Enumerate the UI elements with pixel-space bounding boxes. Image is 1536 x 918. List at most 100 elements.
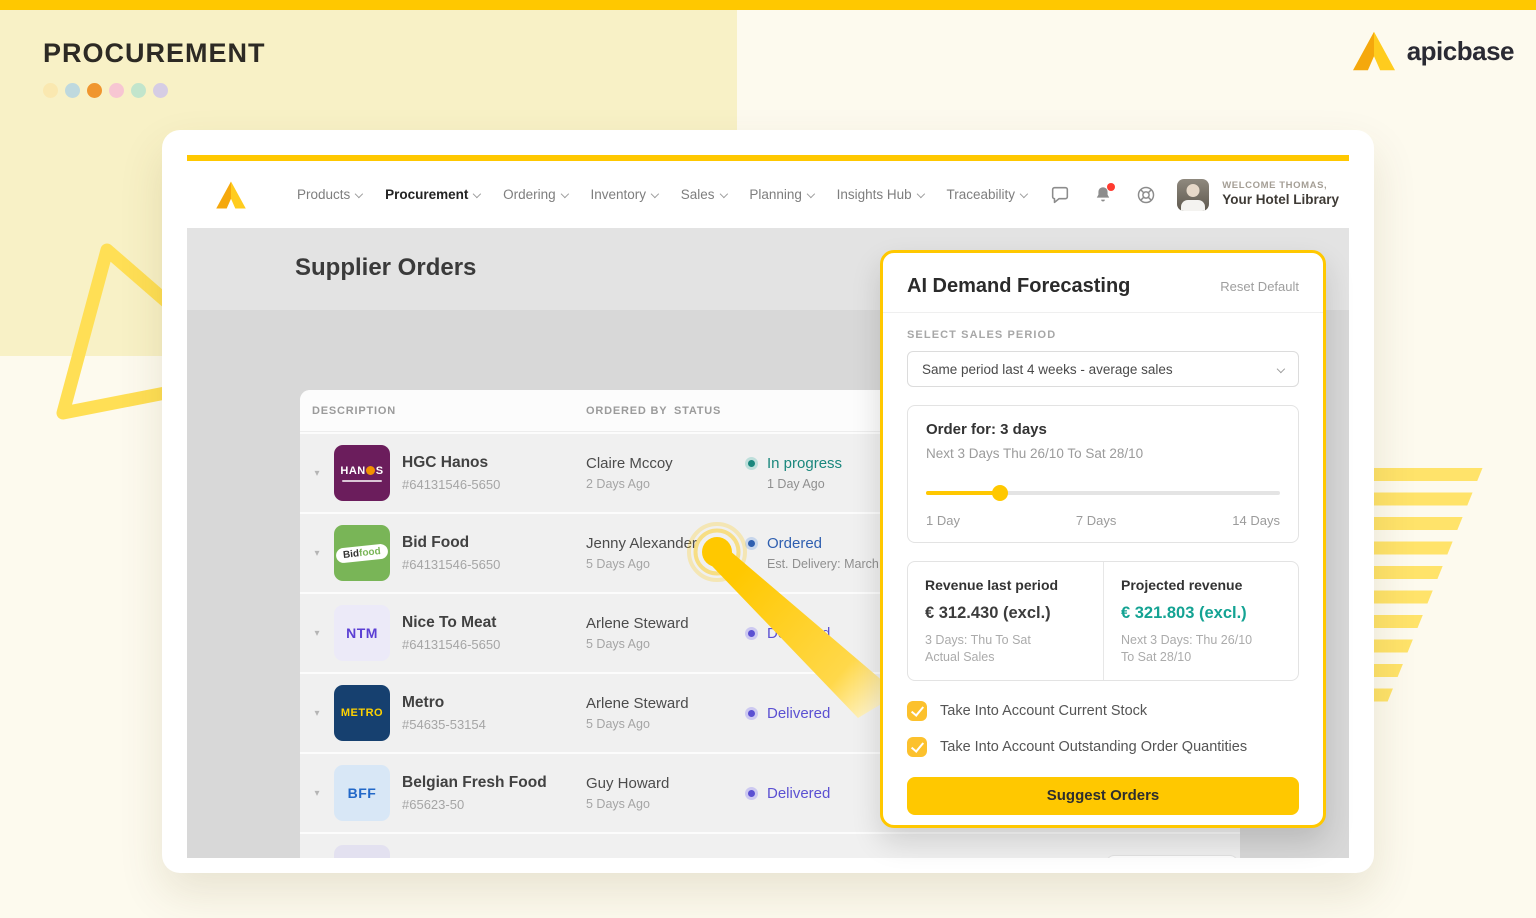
supplier-logo-text: NTM bbox=[346, 625, 378, 641]
order-days-box: Order for: 3 days Next 3 Days Thu 26/10 … bbox=[907, 405, 1299, 543]
nav-item-sales[interactable]: Sales bbox=[681, 187, 727, 202]
suggest-orders-button[interactable]: Suggest Orders bbox=[907, 777, 1299, 815]
nav-item-products[interactable]: Products bbox=[297, 187, 362, 202]
order-reference: #54635-53154 bbox=[402, 717, 586, 732]
nav-left: Products Procurement Ordering Inventory Sale… bbox=[215, 180, 1048, 210]
row-expand-caret-icon[interactable]: ▾ bbox=[300, 708, 334, 719]
status-badge: Delivered bbox=[767, 625, 830, 642]
description-cell: HGC Hanos#64131546-5650 bbox=[402, 454, 586, 492]
status-badge: Delivered bbox=[767, 785, 830, 802]
slider-handle[interactable] bbox=[992, 485, 1008, 501]
supplier-logo-cell: NTM bbox=[334, 605, 402, 661]
supplier-logo-text: BFF bbox=[348, 785, 377, 801]
nav-item-label: Products bbox=[297, 187, 350, 202]
ordered-by-name: Arlene Steward bbox=[586, 695, 745, 712]
sales-period-select[interactable]: Same period last 4 weeks - average sales bbox=[907, 351, 1299, 387]
order-for-title: Order for: 3 days bbox=[926, 421, 1280, 438]
nav-items: Products Procurement Ordering Inventory Sale… bbox=[297, 187, 1027, 202]
projected-revenue-title: Projected revenue bbox=[1121, 577, 1281, 593]
row-expand-caret-icon[interactable]: ▾ bbox=[300, 628, 334, 639]
revenue-box: Revenue last period € 312.430 (excl.) 3 … bbox=[907, 561, 1299, 681]
avatar[interactable] bbox=[1177, 179, 1209, 211]
notification-dot bbox=[1107, 183, 1115, 191]
supplier-logo: METRO bbox=[334, 685, 390, 741]
reset-default-link[interactable]: Reset Default bbox=[1220, 279, 1299, 294]
status-badge: Ordered bbox=[767, 535, 822, 552]
nav-right: WELCOME THOMAS, Your Hotel Library bbox=[1048, 179, 1339, 211]
nav-item-insights-hub[interactable]: Insights Hub bbox=[837, 187, 924, 202]
page-title: PROCUREMENT bbox=[43, 38, 266, 69]
order-reference: #65623-50 bbox=[402, 797, 586, 812]
order-reference: #64131546-5650 bbox=[402, 477, 586, 492]
projected-revenue-value: € 321.803 (excl.) bbox=[1121, 604, 1281, 623]
status-badge: In progress bbox=[767, 455, 842, 472]
ordered-ago: 5 Days Ago bbox=[586, 717, 745, 731]
forecast-option-1[interactable]: Take Into Account Outstanding Order Quan… bbox=[907, 737, 1299, 757]
supplier-logo-text: HANS bbox=[340, 465, 383, 477]
ordered-ago: 5 Days Ago bbox=[586, 797, 745, 811]
welcome-label: WELCOME THOMAS, bbox=[1222, 180, 1339, 192]
nav-item-ordering[interactable]: Ordering bbox=[503, 187, 567, 202]
top-navigation: Products Procurement Ordering Inventory Sale… bbox=[187, 161, 1349, 228]
row-expand-caret-icon[interactable]: ▾ bbox=[300, 468, 334, 479]
supplier-logo bbox=[334, 845, 390, 858]
status-dot bbox=[745, 537, 758, 550]
description-cell: Belgian Fresh Food#65623-50 bbox=[402, 774, 586, 812]
forecast-options: Take Into Account Current Stock Take Into… bbox=[907, 701, 1299, 757]
ordered-by-name: Guy Howard bbox=[586, 775, 745, 792]
palette-dot bbox=[131, 83, 146, 98]
palette-dot bbox=[153, 83, 168, 98]
logo-underline bbox=[342, 480, 382, 482]
nav-item-traceability[interactable]: Traceability bbox=[946, 187, 1026, 202]
supplier-logo-cell: Bidfood bbox=[334, 525, 402, 581]
nav-item-inventory[interactable]: Inventory bbox=[590, 187, 657, 202]
ai-forecasting-panel: AI Demand Forecasting Reset Default SELE… bbox=[880, 250, 1326, 828]
palette-dot bbox=[43, 83, 58, 98]
col-description: DESCRIPTION bbox=[312, 405, 586, 417]
revenue-last-period: Revenue last period € 312.430 (excl.) 3 … bbox=[908, 562, 1103, 680]
status-dot bbox=[745, 707, 758, 720]
order-for-subtitle: Next 3 Days Thu 26/10 To Sat 28/10 bbox=[926, 446, 1280, 461]
palette-dot bbox=[65, 83, 80, 98]
revenue-last-note: 3 Days: Thu To Sat Actual Sales bbox=[925, 632, 1086, 666]
chevron-down-icon bbox=[560, 190, 568, 198]
slider-label-max: 14 Days bbox=[1232, 513, 1280, 528]
app-logo-icon[interactable] bbox=[215, 180, 247, 210]
match-inventory-button[interactable]: Match Inventory bbox=[1106, 855, 1238, 859]
row-expand-caret-icon[interactable]: ▾ bbox=[300, 548, 334, 559]
forecast-option-0[interactable]: Take Into Account Current Stock bbox=[907, 701, 1299, 721]
checkbox-checked-icon[interactable] bbox=[907, 737, 927, 757]
brand-name: apicbase bbox=[1407, 36, 1514, 67]
help-icon[interactable] bbox=[1134, 183, 1158, 207]
bell-icon[interactable] bbox=[1091, 183, 1115, 207]
nav-item-label: Insights Hub bbox=[837, 187, 912, 202]
ordered-ago: 2 Days Ago bbox=[586, 477, 745, 491]
page: PROCUREMENT apicbase Products Procurement… bbox=[0, 0, 1536, 918]
checkbox-checked-icon[interactable] bbox=[907, 701, 927, 721]
account-info[interactable]: WELCOME THOMAS, Your Hotel Library bbox=[1222, 180, 1339, 209]
apicbase-mark-icon bbox=[1351, 30, 1397, 72]
chevron-down-icon bbox=[807, 190, 815, 198]
ordered-by-cell: Arlene Steward 5 Days Ago bbox=[586, 615, 745, 651]
palette-dot bbox=[87, 83, 102, 98]
ordered-by-name: Arlene Steward bbox=[586, 615, 745, 632]
supplier-logo-cell: BFF bbox=[334, 765, 402, 821]
table-row[interactable]: ▾My Test SupplierJorge BellDelivered12.0… bbox=[300, 834, 1240, 858]
ordered-by-cell: Arlene Steward 5 Days Ago bbox=[586, 695, 745, 731]
panel-title: AI Demand Forecasting bbox=[907, 275, 1130, 298]
chat-icon[interactable] bbox=[1048, 183, 1072, 207]
ordered-ago: 5 Days Ago bbox=[586, 637, 745, 651]
slider-label-mid: 7 Days bbox=[1076, 513, 1116, 528]
nav-item-label: Planning bbox=[749, 187, 802, 202]
nav-item-procurement[interactable]: Procurement bbox=[385, 187, 480, 202]
nav-item-planning[interactable]: Planning bbox=[749, 187, 813, 202]
divider bbox=[883, 312, 1323, 313]
days-slider[interactable] bbox=[926, 485, 1280, 501]
status-dot bbox=[745, 457, 758, 470]
row-expand-caret-icon[interactable]: ▾ bbox=[300, 788, 334, 799]
ordered-by-cell: Guy Howard 5 Days Ago bbox=[586, 775, 745, 811]
slider-labels: 1 Day 7 Days 14 Days bbox=[926, 513, 1280, 528]
checkbox-label: Take Into Account Outstanding Order Quan… bbox=[940, 739, 1247, 755]
ordered-by-cell: Jenny Alexander5 Days Ago bbox=[586, 535, 745, 571]
panel-header: AI Demand Forecasting Reset Default bbox=[907, 275, 1299, 298]
